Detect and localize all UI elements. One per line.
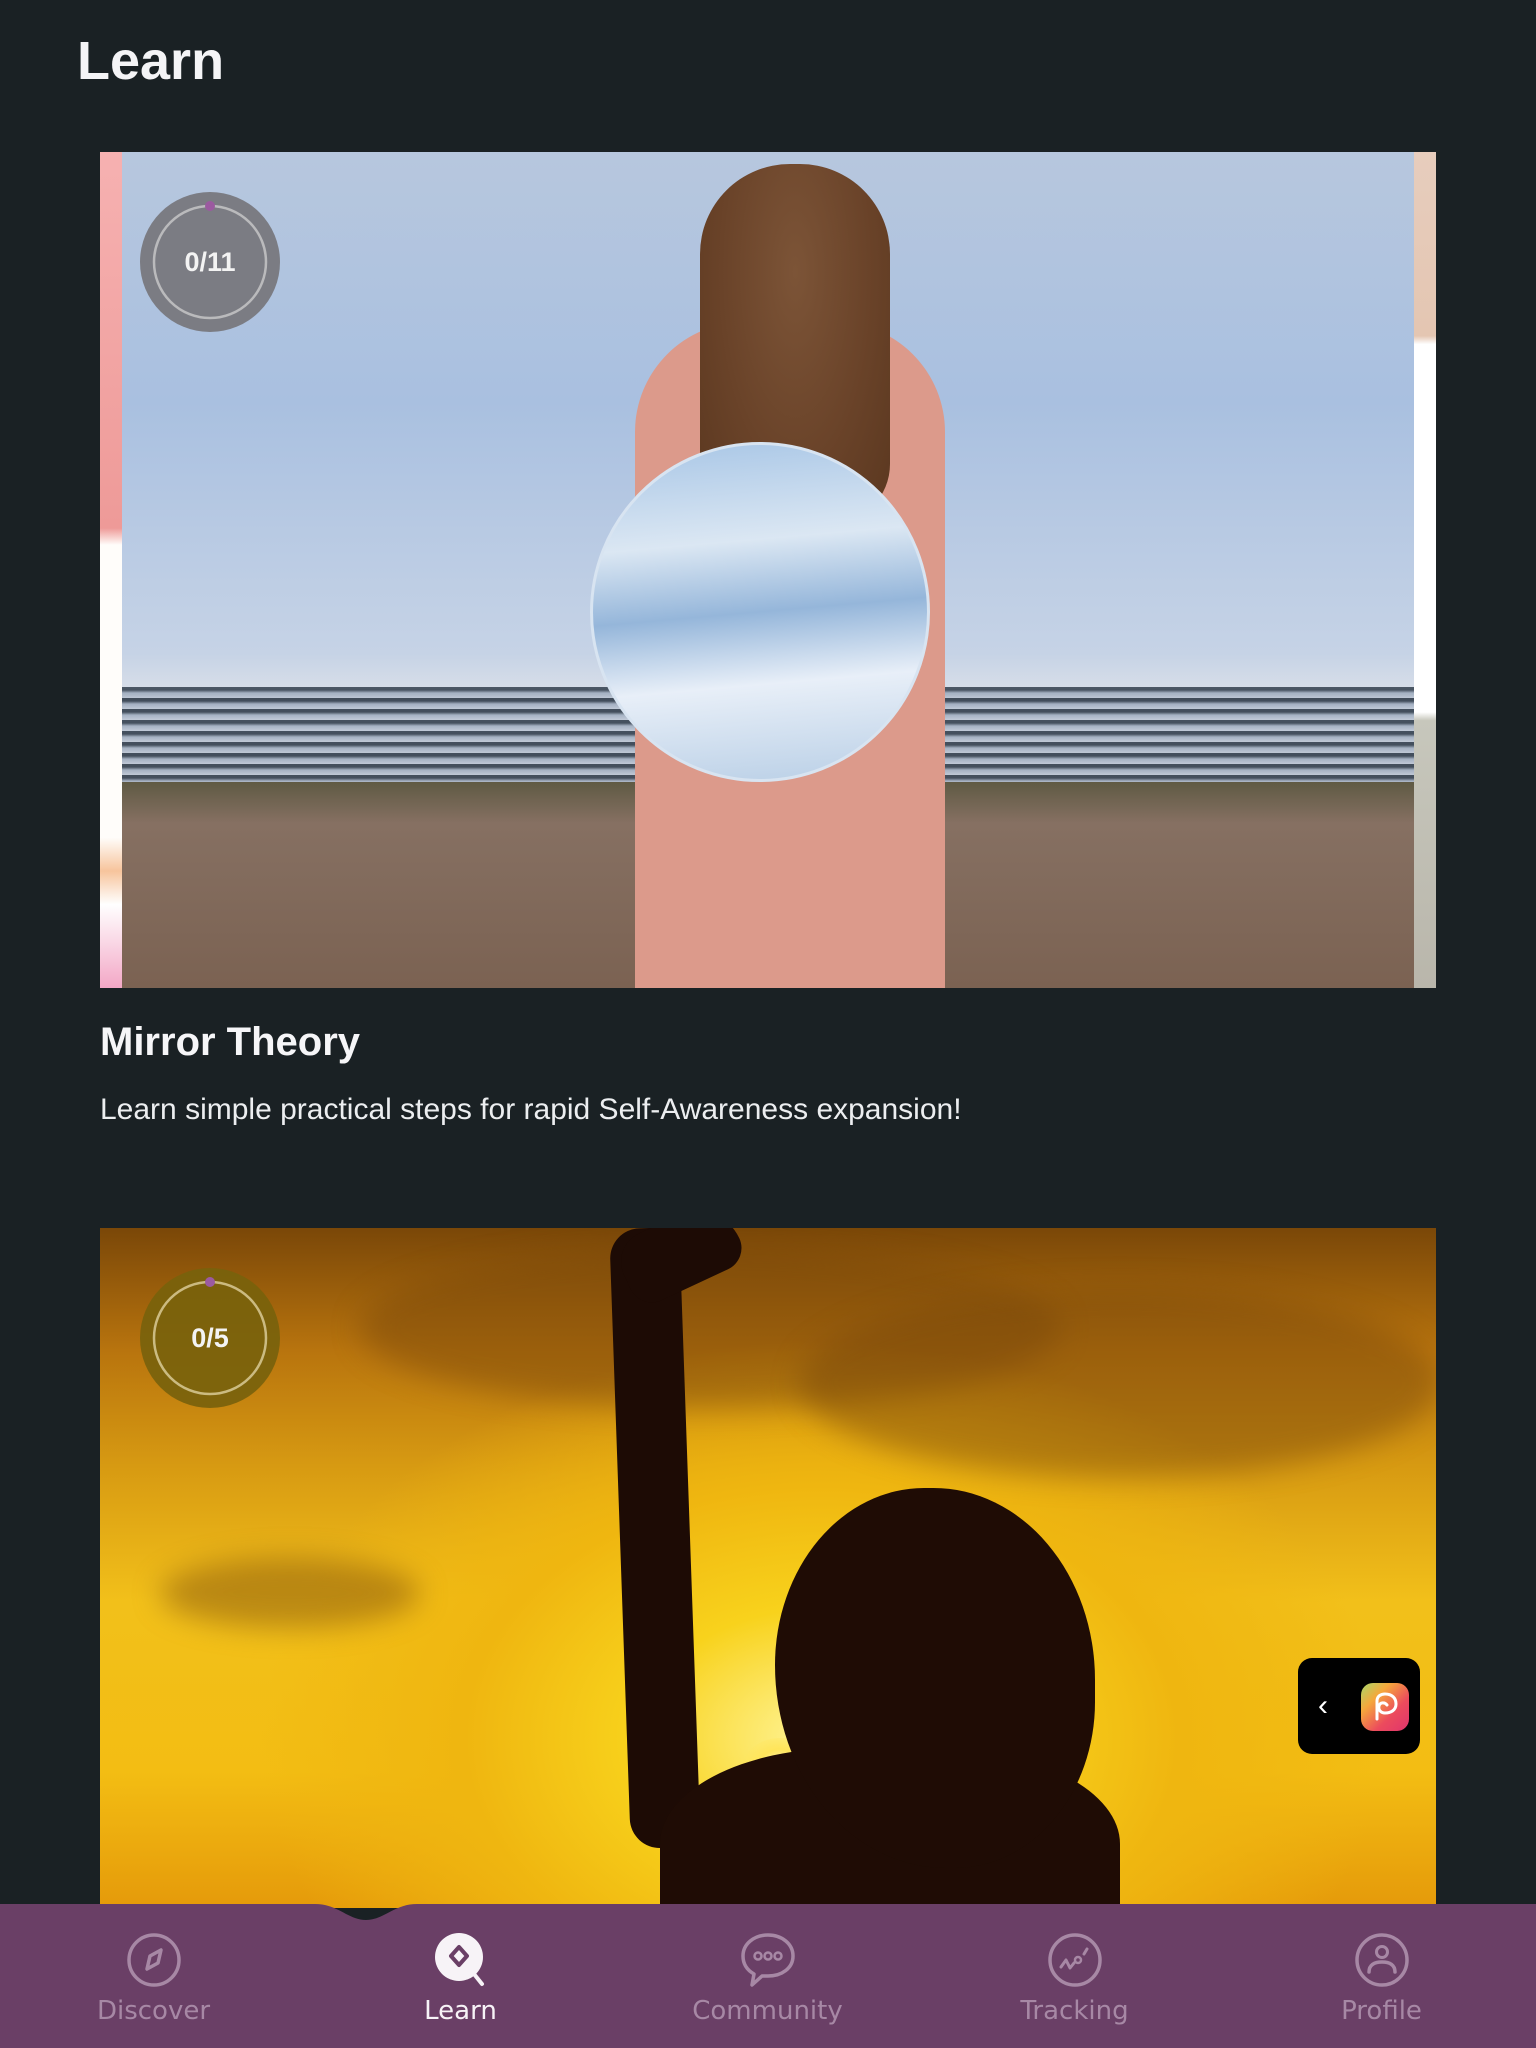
page-title: Learn <box>77 31 225 91</box>
progress-ring: 0/11 <box>140 192 280 332</box>
course-description: Learn simple practical steps for rapid S… <box>100 1093 962 1126</box>
progress-label: 0/5 <box>191 1323 229 1353</box>
course-title[interactable]: Mirror Theory <box>100 1020 360 1065</box>
app-logo-icon[interactable] <box>1361 1683 1409 1731</box>
image-cloud <box>160 1558 420 1628</box>
nav-item-learn[interactable]: Learn <box>307 1904 614 2048</box>
floating-app-widget[interactable]: ‹ <box>1298 1658 1420 1754</box>
tracking-chart-icon <box>1047 1933 1102 1987</box>
nav-label: Profile <box>1341 1996 1422 2026</box>
course-image-mirror-theory[interactable] <box>100 152 1436 988</box>
bottom-navigation: Discover Learn Community Tracking Profil… <box>0 1904 1536 2048</box>
profile-icon <box>1354 1933 1409 1987</box>
nav-label: Discover <box>96 1996 211 2026</box>
progress-label: 0/11 <box>184 247 236 277</box>
image-mirror <box>590 442 930 782</box>
nav-item-profile[interactable]: Profile <box>1228 1904 1535 2048</box>
nav-label: Community <box>692 1996 843 2026</box>
progress-ring: 0/5 <box>140 1268 280 1408</box>
course-image-sunset[interactable] <box>100 1228 1436 1908</box>
nav-item-tracking[interactable]: Tracking <box>921 1904 1228 2048</box>
nav-item-discover[interactable]: Discover <box>0 1904 307 2048</box>
image-edge-left <box>100 152 122 988</box>
nav-item-community[interactable]: Community <box>614 1904 921 2048</box>
chat-bubble-icon <box>740 1933 795 1987</box>
compass-icon <box>126 1933 181 1987</box>
nav-label: Learn <box>424 1996 497 2026</box>
image-edge-right <box>1414 152 1436 988</box>
learn-search-icon <box>434 1933 484 1986</box>
nav-label: Tracking <box>1020 1996 1129 2026</box>
image-cloud <box>800 1288 1436 1478</box>
chevron-left-icon[interactable]: ‹ <box>1318 1688 1328 1724</box>
